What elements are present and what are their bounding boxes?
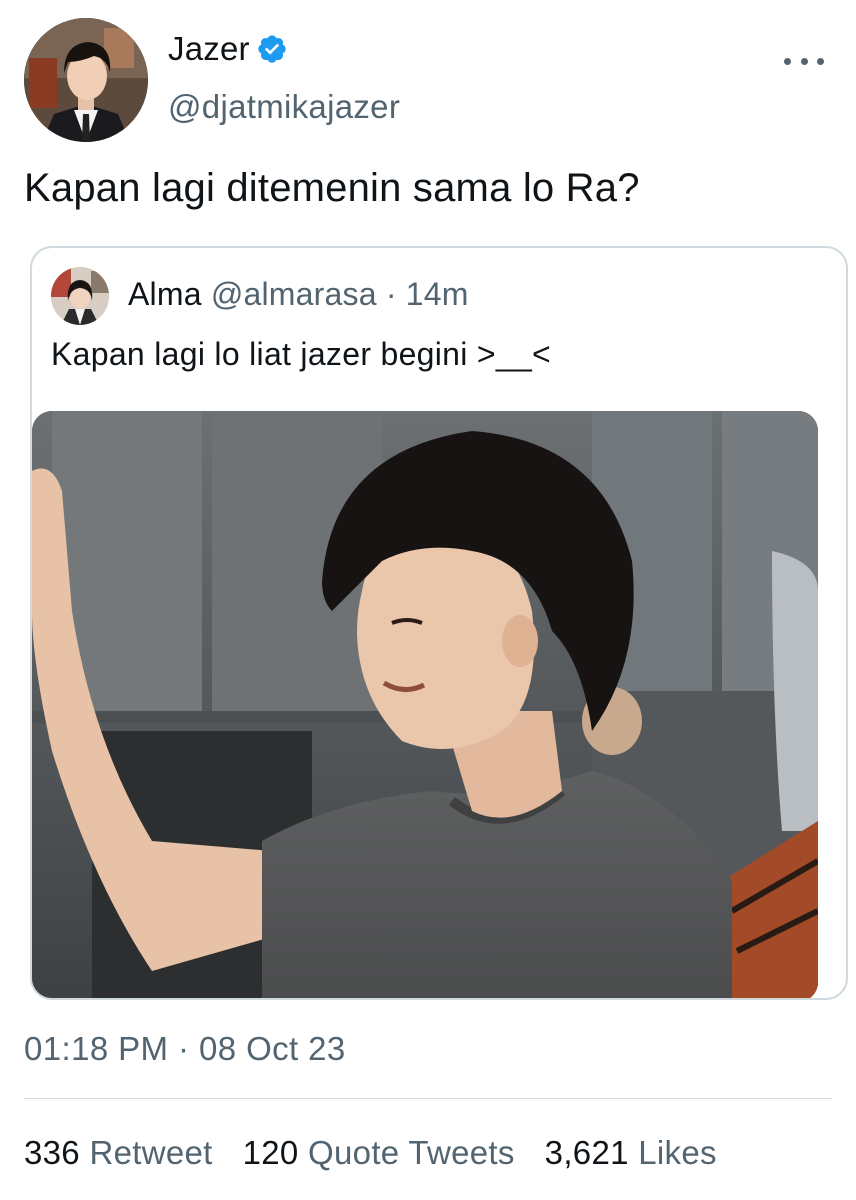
more-horizontal-icon: [784, 57, 791, 65]
tweet-text: Kapan lagi ditemenin sama lo Ra?: [24, 166, 640, 210]
verified-badge-icon: [258, 35, 286, 63]
retweets-stat[interactable]: 336 Retweet: [24, 1134, 213, 1172]
author-avatar[interactable]: [24, 18, 148, 142]
likes-stat[interactable]: 3,621 Likes: [545, 1134, 717, 1172]
likes-count: 3,621: [544, 1134, 629, 1171]
quotes-label: Quote Tweets: [308, 1134, 515, 1171]
tweet-timestamp[interactable]: 01:18 PM · 08 Oct 23: [24, 1030, 346, 1068]
quotes-stat[interactable]: 120 Quote Tweets: [243, 1134, 515, 1172]
more-horizontal-icon-dot: [800, 57, 808, 65]
divider: [24, 1098, 832, 1099]
quoted-header: Alma @almarasa · 14m: [128, 276, 469, 313]
author-name-row[interactable]: Jazer: [168, 30, 288, 68]
quoted-tweet-card[interactable]: Alma @almarasa · 14m Kapan lagi lo liat …: [30, 246, 848, 1000]
tweet-time: 01:18 PM: [24, 1030, 169, 1067]
timestamp-separator: ·: [178, 1030, 190, 1067]
quoted-author-handle[interactable]: @almarasa: [211, 276, 377, 312]
quotes-count: 120: [242, 1134, 299, 1171]
retweets-label: Retweet: [89, 1134, 213, 1171]
quoted-author-avatar[interactable]: [51, 267, 109, 325]
engagement-stats: 336 Retweet 120 Quote Tweets 3,621 Likes: [24, 1134, 717, 1172]
author-handle[interactable]: @djatmikajazer: [168, 88, 400, 126]
likes-label: Likes: [638, 1134, 717, 1171]
quoted-separator: ·: [385, 276, 397, 312]
quoted-author-name[interactable]: Alma: [128, 276, 202, 312]
more-options-button[interactable]: [784, 50, 824, 72]
quoted-tweet-text: Kapan lagi lo liat jazer begini >__<: [51, 336, 552, 372]
more-horizontal-icon-dot: [817, 57, 824, 65]
author-name[interactable]: Jazer: [168, 30, 250, 68]
tweet: Jazer @djatmikajazer Kapan lagi ditemeni…: [0, 0, 856, 1200]
quoted-tweet-photo[interactable]: [32, 411, 818, 998]
quoted-time[interactable]: 14m: [406, 276, 469, 312]
tweet-date: 08 Oct 23: [199, 1030, 346, 1067]
retweets-count: 336: [24, 1134, 80, 1171]
